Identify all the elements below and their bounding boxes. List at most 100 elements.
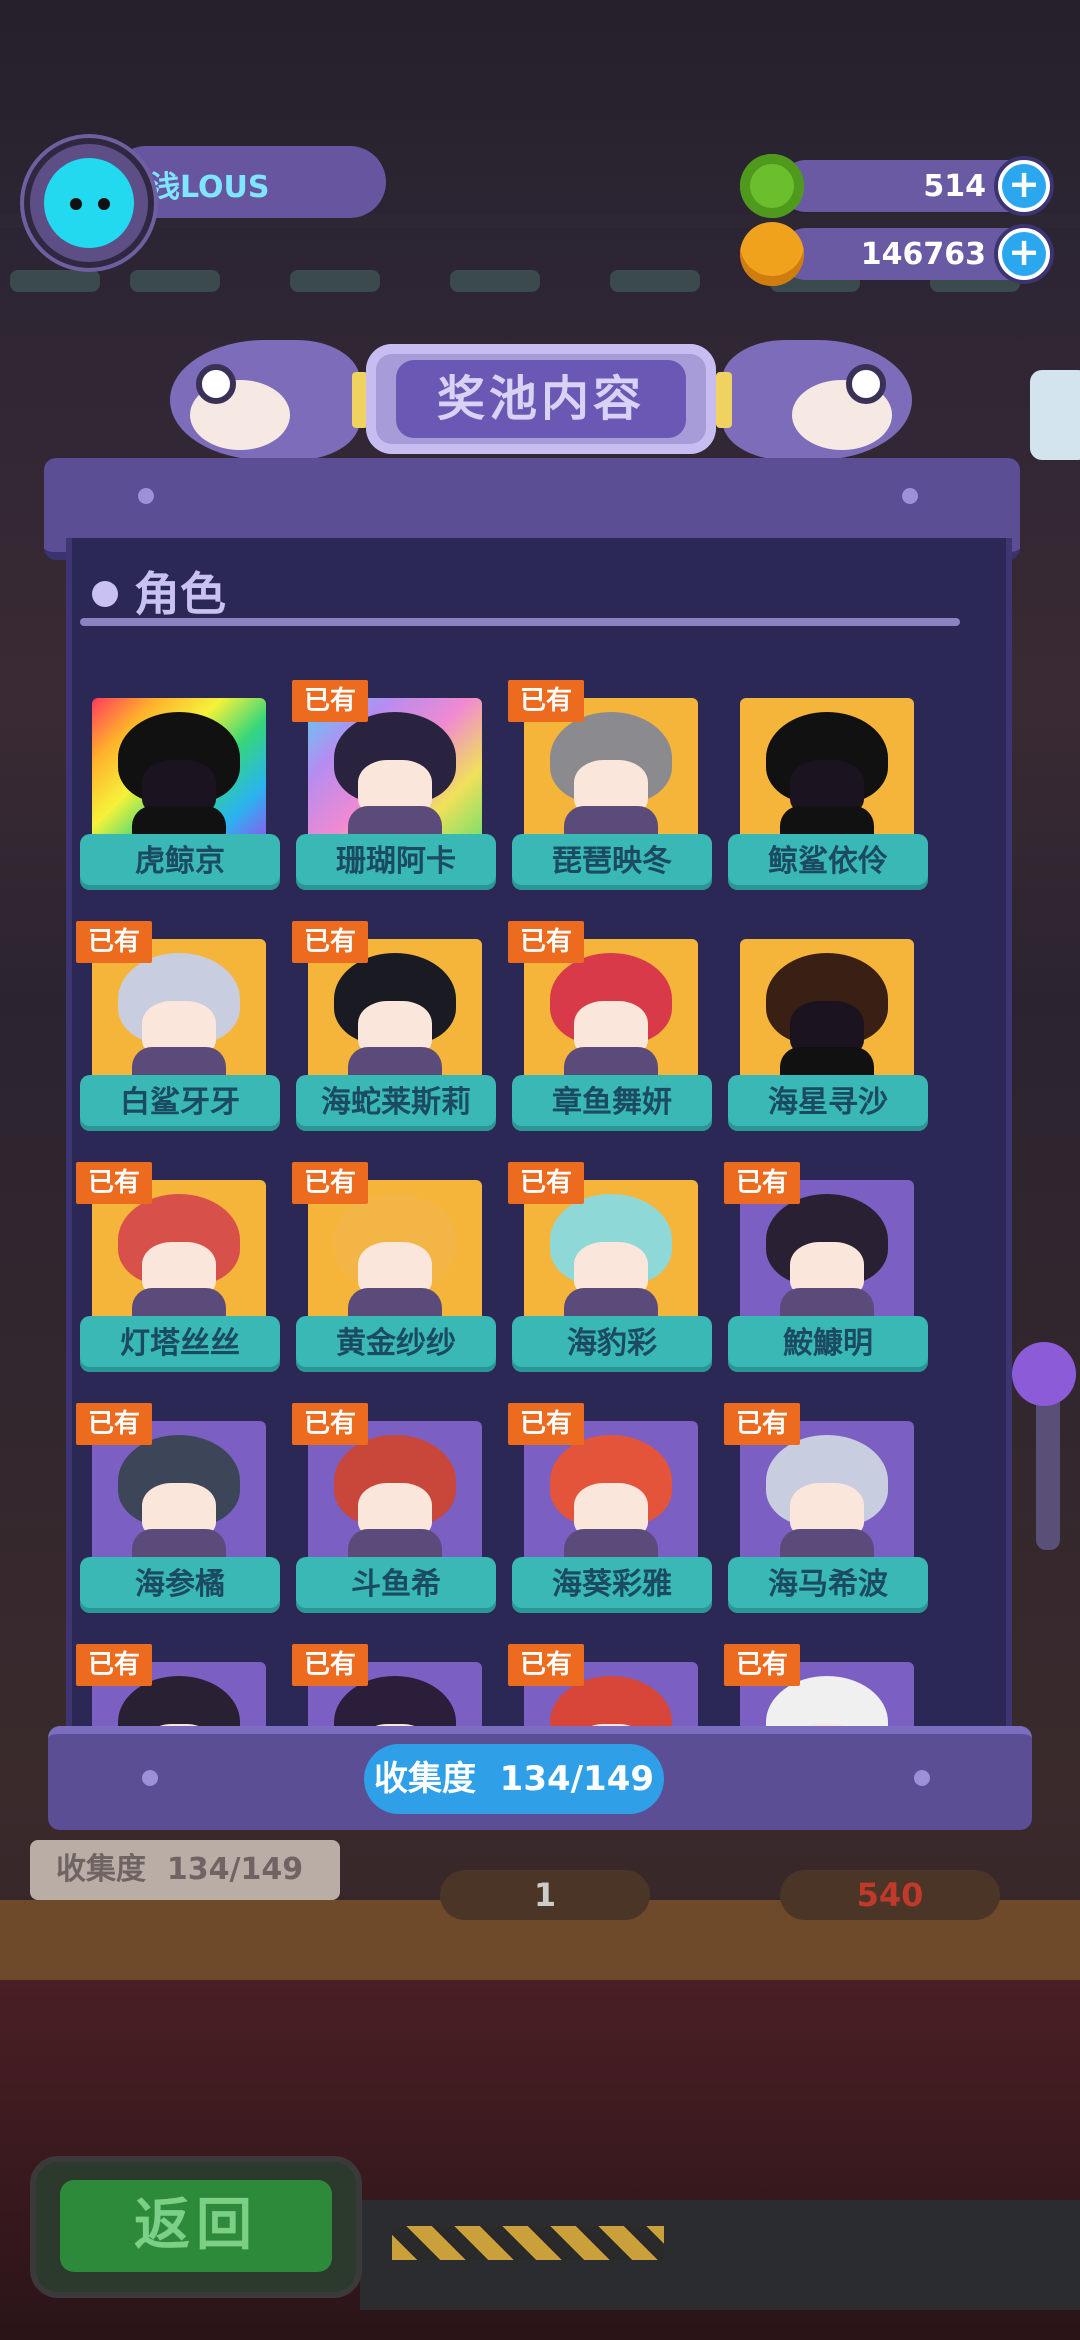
character-name: 海豹彩 xyxy=(512,1316,712,1372)
title-tab-right xyxy=(716,372,732,428)
character-card[interactable]: 黄金纱纱 已有 xyxy=(292,1162,500,1380)
player-name: 浅LOUS xyxy=(150,170,270,205)
title-plate: 奖池内容 xyxy=(366,344,716,454)
return-button-label[interactable]: 返回 xyxy=(60,2180,332,2272)
background-dash xyxy=(290,270,380,292)
side-share-tab[interactable] xyxy=(1030,370,1080,460)
section-dot-icon xyxy=(92,580,118,607)
character-card[interactable]: 已有 xyxy=(724,1644,932,1728)
owned-badge: 已有 xyxy=(508,1162,584,1204)
page-title: 奖池内容 xyxy=(396,360,686,438)
owned-badge: 已有 xyxy=(76,1403,152,1445)
rivet xyxy=(138,488,154,504)
rivet xyxy=(914,1770,930,1786)
character-name: 海蛇莱斯莉 xyxy=(296,1075,496,1131)
owned-badge: 已有 xyxy=(76,921,152,963)
character-card[interactable]: 琵琶映冬 已有 xyxy=(508,680,716,898)
character-name: 鲸鲨依伶 xyxy=(728,834,928,890)
character-card[interactable]: 斗鱼希 已有 xyxy=(292,1403,500,1621)
character-name: 虎鲸京 xyxy=(80,834,280,890)
owned-badge: 已有 xyxy=(508,921,584,963)
background-dash xyxy=(450,270,540,292)
lever-knob[interactable] xyxy=(1012,1342,1076,1406)
character-portrait xyxy=(740,939,914,1089)
owned-badge: 已有 xyxy=(292,1644,368,1686)
player-avatar[interactable] xyxy=(24,138,154,268)
prize-pool-board: 角色 虎鲸京 珊瑚阿卡 已有 琵琶映冬 已有 鲸鲨依伶 白鲨牙牙 已有 海蛇莱斯莉 已有 章鱼舞妍已… xyxy=(66,538,1012,1738)
owned-badge: 已有 xyxy=(508,680,584,722)
character-portrait xyxy=(740,698,914,848)
owned-badge: 已有 xyxy=(292,1403,368,1445)
character-card[interactable]: 已有 xyxy=(292,1644,500,1728)
fish-eye xyxy=(196,364,236,404)
collection-progress-pill: 收集度 134/149 xyxy=(364,1744,664,1814)
character-card[interactable]: 已有 xyxy=(508,1644,716,1728)
owned-badge: 已有 xyxy=(724,1162,800,1204)
planet-coin-value: 146763 xyxy=(860,237,986,272)
owned-badge: 已有 xyxy=(508,1403,584,1445)
character-name: 海星寻沙 xyxy=(728,1075,928,1131)
character-card[interactable]: 鮟鱇明 已有 xyxy=(724,1162,932,1380)
background-dash xyxy=(610,270,700,292)
character-name: 鮟鱇明 xyxy=(728,1316,928,1372)
owned-badge: 已有 xyxy=(292,1162,368,1204)
character-name: 黄金纱纱 xyxy=(296,1316,496,1372)
owned-badge: 已有 xyxy=(292,921,368,963)
character-name: 灯塔丝丝 xyxy=(80,1316,280,1372)
character-grid[interactable]: 虎鲸京 珊瑚阿卡 已有 琵琶映冬 已有 鲸鲨依伶 白鲨牙牙 已有 海蛇莱斯莉 已有 章鱼舞妍 已有 海星… xyxy=(72,678,1006,1728)
cat-avatar-icon xyxy=(44,158,134,248)
background-dash xyxy=(10,270,100,292)
character-name: 白鲨牙牙 xyxy=(80,1075,280,1131)
fish-decoration-left xyxy=(170,340,360,460)
green-token-counter: 514 xyxy=(740,154,1054,218)
character-card[interactable]: 海豹彩 已有 xyxy=(508,1162,716,1380)
background-count-2: 540 xyxy=(780,1870,1000,1920)
character-name: 海葵彩雅 xyxy=(512,1557,712,1613)
character-portrait xyxy=(92,698,266,848)
section-divider xyxy=(80,618,960,626)
add-green-token-button[interactable] xyxy=(994,156,1054,216)
green-token-value: 514 xyxy=(923,169,986,204)
rivet xyxy=(902,488,918,504)
avatar-eye xyxy=(98,198,110,210)
owned-badge: 已有 xyxy=(76,1644,152,1686)
character-name: 海参橘 xyxy=(80,1557,280,1613)
background-count-1: 1 xyxy=(440,1870,650,1920)
fish-decoration-right xyxy=(722,340,912,460)
section-title: 角色 xyxy=(134,567,226,621)
character-card[interactable]: 海参橘 已有 xyxy=(76,1403,284,1621)
character-card[interactable]: 白鲨牙牙 已有 xyxy=(76,921,284,1139)
character-card[interactable]: 灯塔丝丝 已有 xyxy=(76,1162,284,1380)
gold-planet-icon xyxy=(740,222,804,286)
fish-eye xyxy=(846,364,886,404)
character-card[interactable]: 海蛇莱斯莉 已有 xyxy=(292,921,500,1139)
return-button[interactable]: 返回 xyxy=(36,2162,356,2292)
owned-badge: 已有 xyxy=(724,1403,800,1445)
character-card[interactable]: 虎鲸京 xyxy=(76,698,284,898)
owned-badge: 已有 xyxy=(292,680,368,722)
character-card[interactable]: 章鱼舞妍 已有 xyxy=(508,921,716,1139)
planet-coin-counter: 146763 xyxy=(740,222,1054,286)
character-name: 琵琶映冬 xyxy=(512,834,712,890)
hazard-stripe xyxy=(392,2226,664,2260)
rivet xyxy=(142,1770,158,1786)
collection-progress: 134/149 xyxy=(499,1759,655,1799)
character-card[interactable]: 海马希波 已有 xyxy=(724,1403,932,1621)
character-card[interactable]: 已有 xyxy=(76,1644,284,1728)
section-heading: 角色 xyxy=(92,558,226,624)
owned-badge: 已有 xyxy=(76,1162,152,1204)
owned-badge: 已有 xyxy=(508,1644,584,1686)
character-card[interactable]: 鲸鲨依伶 xyxy=(724,698,932,898)
character-name: 章鱼舞妍 xyxy=(512,1075,712,1131)
character-card[interactable]: 海星寻沙 xyxy=(724,939,932,1139)
add-planet-coin-button[interactable] xyxy=(994,224,1054,284)
character-card[interactable]: 珊瑚阿卡 已有 xyxy=(292,680,500,898)
character-name: 海马希波 xyxy=(728,1557,928,1613)
avatar-eye xyxy=(70,198,82,210)
character-name: 珊瑚阿卡 xyxy=(296,834,496,890)
character-card[interactable]: 海葵彩雅 已有 xyxy=(508,1403,716,1621)
collection-label: 收集度 xyxy=(373,1759,476,1799)
background-dash xyxy=(130,270,220,292)
green-coin-icon xyxy=(740,154,804,218)
background-collection-label: 收集度 134/149 xyxy=(30,1840,340,1900)
